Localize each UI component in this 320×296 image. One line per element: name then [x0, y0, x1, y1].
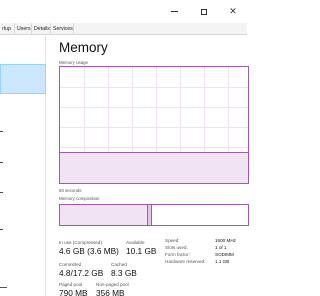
- sidebar-item-memory[interactable]: [0, 64, 46, 94]
- memory-panel: Memory Memory usage 60 seconds Memory co…: [47, 36, 249, 296]
- memory-usage-label: Memory usage: [59, 60, 89, 65]
- sidebar-item-marker: [0, 229, 3, 230]
- paged-pool-value: 790 MB: [59, 288, 88, 296]
- sidebar-item-marker: [0, 131, 3, 132]
- maximize-button[interactable]: [190, 0, 218, 23]
- title-bar: ✕: [0, 0, 247, 23]
- time-span-label: 60 seconds: [59, 188, 82, 193]
- resource-sidebar: [0, 36, 46, 296]
- sidebar-item-disk[interactable]: [0, 94, 46, 134]
- memory-composition-label: Memory composition: [59, 196, 100, 201]
- open-resource-monitor-link[interactable]: [0, 283, 7, 288]
- committed-value: 4.8/17.2 GB: [59, 268, 104, 278]
- slots-used-value: 1 of 1: [215, 245, 227, 250]
- form-factor-value: SODIMM: [215, 252, 234, 257]
- sidebar-item-marker: [0, 192, 3, 193]
- available-value: 10.1 GB: [126, 246, 157, 256]
- close-icon: ✕: [229, 6, 237, 16]
- memory-composition-bar: [59, 204, 249, 226]
- non-paged-pool-value: 356 MB: [96, 288, 125, 296]
- page-title: Memory: [59, 40, 108, 55]
- paged-pool-label: Paged pool: [59, 282, 83, 287]
- hardware-reserved-value: 1.1 GB: [215, 259, 230, 264]
- available-label: Available: [126, 240, 145, 245]
- hardware-reserved-label: Hardware reserved:: [165, 259, 206, 264]
- speed-label: Speed:: [165, 238, 180, 243]
- maximize-icon: [201, 8, 207, 15]
- close-button[interactable]: ✕: [219, 0, 247, 23]
- tab-startup[interactable]: rtup: [0, 23, 15, 35]
- sidebar-item-gpu[interactable]: [0, 214, 46, 254]
- committed-label: Committed: [59, 262, 82, 267]
- memory-usage-fill: [60, 152, 248, 183]
- link-underline-icon: [0, 287, 7, 288]
- non-paged-pool-label: Non-paged pool: [96, 282, 129, 287]
- composition-in-use: [60, 205, 148, 225]
- tab-bar: rtup Users Details Services: [0, 23, 247, 35]
- in-use-label: In use (Compressed): [59, 240, 102, 245]
- tab-users[interactable]: Users: [15, 23, 32, 35]
- minimize-button[interactable]: [160, 0, 188, 23]
- tab-services[interactable]: Services: [51, 23, 74, 35]
- in-use-value: 4.6 GB (3.6 MB): [59, 246, 119, 256]
- speed-value: 1600 MHz: [215, 238, 236, 243]
- form-factor-label: Form factor:: [165, 252, 190, 257]
- slots-used-label: Slots used:: [165, 245, 188, 250]
- sidebar-item-marker: [0, 162, 3, 163]
- cached-label: Cached: [111, 262, 127, 267]
- cached-value: 8.3 GB: [111, 268, 137, 278]
- minimize-icon: [170, 11, 178, 12]
- tab-details[interactable]: Details: [32, 23, 51, 35]
- composition-standby: [152, 205, 246, 225]
- sidebar-item-cpu[interactable]: [0, 36, 46, 64]
- memory-usage-graph: [59, 66, 249, 184]
- sidebar-item-ethernet[interactable]: [0, 134, 46, 174]
- sidebar-item-wifi[interactable]: [0, 174, 46, 214]
